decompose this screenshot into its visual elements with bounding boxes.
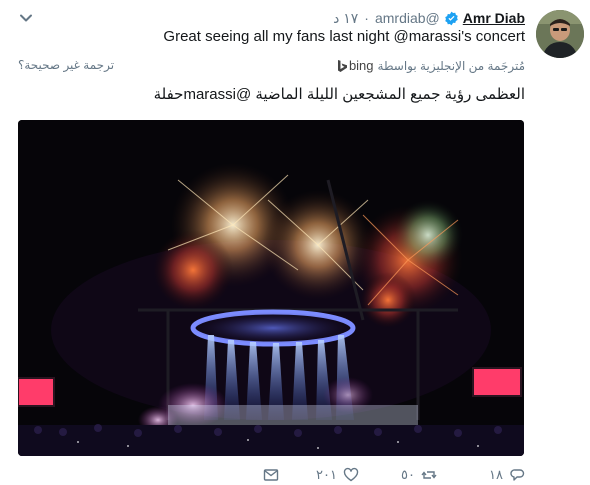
author-name[interactable]: Amr Diab bbox=[463, 10, 525, 26]
reply-button[interactable]: ١٨ bbox=[489, 467, 525, 483]
direct-message-icon bbox=[263, 469, 279, 481]
tweet-timestamp[interactable]: ١٧ د bbox=[333, 10, 358, 27]
translated-text: العظمى رؤية جميع المشجعين الليلة الماضية… bbox=[153, 86, 525, 103]
tweet-photo[interactable] bbox=[18, 120, 524, 456]
tweet: Amr Diab @amrdiab · ١٧ د Great seeing al… bbox=[0, 0, 590, 485]
like-count: ٢٠١ bbox=[316, 467, 337, 482]
translation-bar: مُترجَمة من الإنجليزية بواسطة bing ترجمة… bbox=[18, 56, 525, 76]
chevron-down-icon[interactable] bbox=[18, 10, 34, 26]
reply-icon bbox=[510, 469, 525, 481]
retweet-count: ٥٠ bbox=[401, 467, 415, 482]
tweet-actions: ١٨ ٥٠ ٢٠١ bbox=[18, 467, 525, 485]
bing-label: bing bbox=[348, 58, 374, 73]
bing-logo[interactable]: bing bbox=[337, 58, 374, 73]
bing-logo-icon bbox=[337, 59, 347, 72]
reply-count: ١٨ bbox=[489, 467, 503, 482]
wrong-translation-link[interactable]: ترجمة غير صحيحة؟ bbox=[18, 58, 114, 72]
heart-icon bbox=[343, 467, 359, 482]
author-handle[interactable]: @amrdiab bbox=[375, 10, 440, 26]
avatar[interactable] bbox=[536, 10, 584, 58]
like-button[interactable]: ٢٠١ bbox=[316, 467, 359, 483]
direct-message-button[interactable] bbox=[263, 467, 279, 483]
translated-from-label: مُترجَمة من الإنجليزية بواسطة bbox=[377, 58, 525, 73]
separator-dot: · bbox=[364, 10, 369, 26]
verified-badge-icon bbox=[444, 11, 459, 26]
tweet-header: Amr Diab @amrdiab · ١٧ د bbox=[333, 9, 525, 27]
translated-by: مُترجَمة من الإنجليزية بواسطة bing bbox=[337, 58, 525, 73]
tweet-text: Great seeing all my fans last night @mar… bbox=[163, 28, 525, 45]
retweet-icon bbox=[421, 471, 437, 479]
retweet-button[interactable]: ٥٠ bbox=[401, 467, 437, 483]
